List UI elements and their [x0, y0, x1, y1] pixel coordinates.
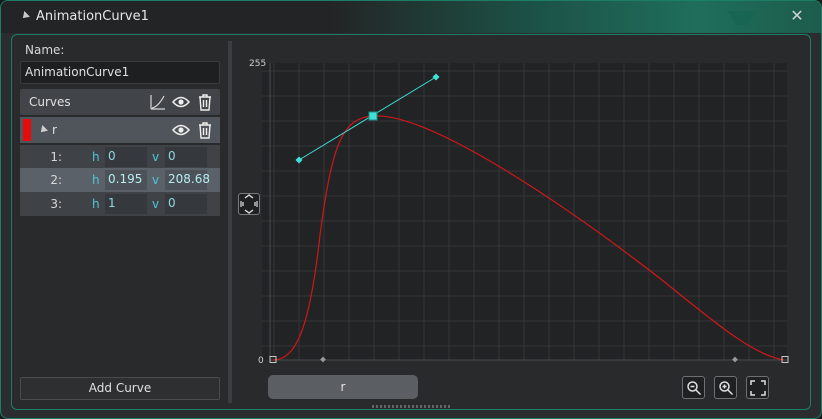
- title-bar[interactable]: AnimationCurve1 ✕: [1, 1, 821, 33]
- animation-curve-window: AnimationCurve1 ✕ Name: AnimationCurve1 …: [0, 0, 822, 419]
- curve-graph[interactable]: 255 0: [12, 35, 812, 411]
- y-max-label: 255: [249, 59, 266, 69]
- keyframe-point-2[interactable]: [368, 111, 378, 121]
- curve-tab-r[interactable]: r: [268, 375, 418, 399]
- resize-grip[interactable]: [372, 405, 452, 408]
- collapse-arrow-icon[interactable]: [20, 11, 30, 21]
- title-notch: [727, 11, 757, 25]
- fit-all-icon[interactable]: [746, 376, 769, 399]
- editor-panel: Name: AnimationCurve1 Curves r 1: h 0 v …: [11, 34, 811, 410]
- close-icon[interactable]: ✕: [789, 7, 805, 25]
- zoom-out-icon[interactable]: [682, 376, 705, 399]
- window-title: AnimationCurve1: [36, 9, 149, 24]
- zoom-in-icon[interactable]: [714, 376, 737, 399]
- y-min-label: 0: [258, 356, 264, 366]
